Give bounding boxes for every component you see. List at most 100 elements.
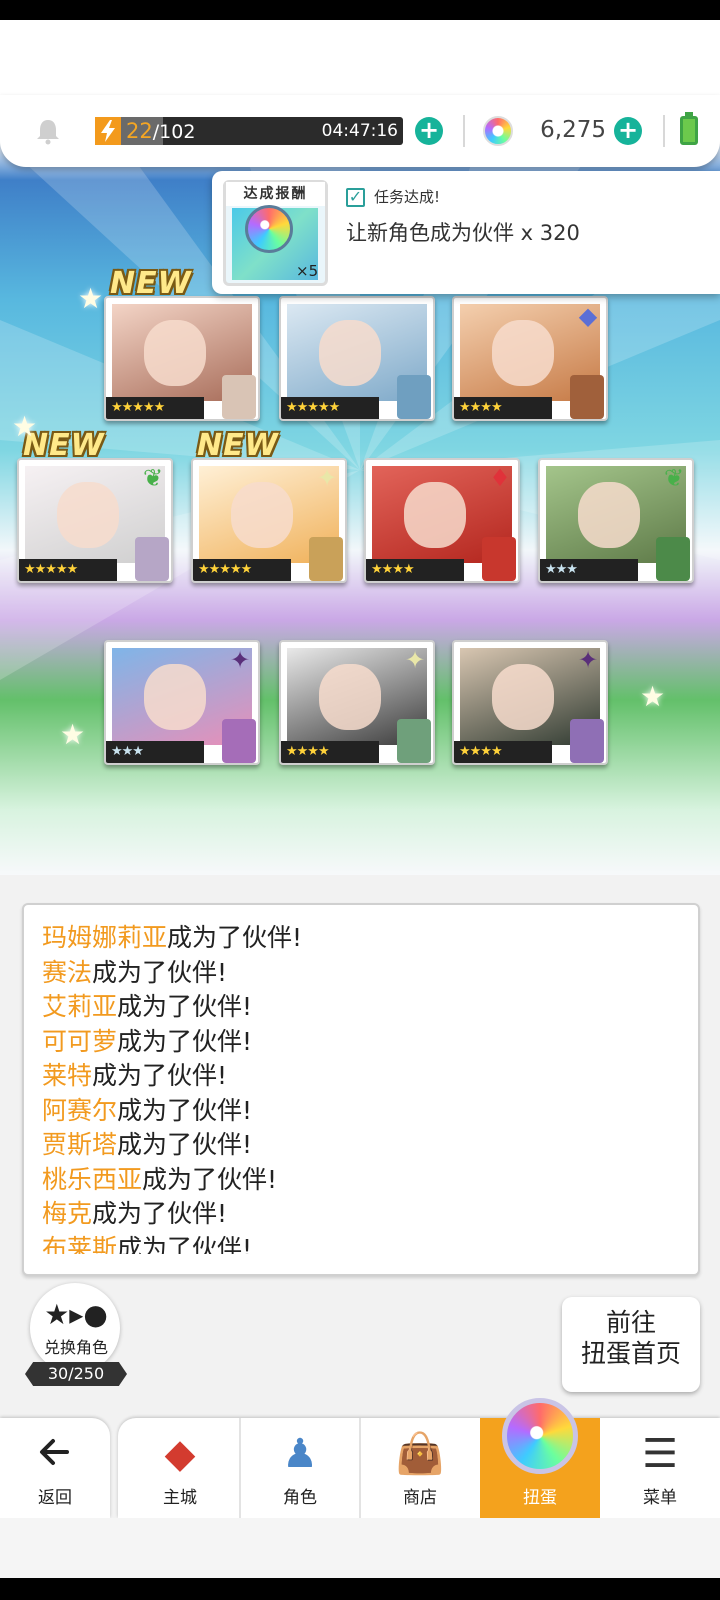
header-divider: [663, 115, 665, 147]
back-label: 返回: [38, 1488, 72, 1508]
pixel-sprite-icon: [570, 719, 604, 763]
gem-icon: [483, 116, 513, 146]
back-button[interactable]: 返回: [0, 1418, 110, 1518]
menu-list-icon: ☰: [642, 1431, 678, 1477]
add-gems-button[interactable]: +: [614, 117, 642, 145]
element-badge-icon: ❦: [663, 464, 685, 492]
recruit-message: 成为了伙伴!: [92, 957, 228, 987]
rarity-stars: ★★★★★: [106, 397, 204, 419]
stamina-max: 102: [159, 121, 196, 143]
character-name: 玛姆娜莉亚: [42, 923, 168, 952]
recruit-log-line: 布莱斯成为了伙伴!: [42, 1232, 682, 1255]
character-face: [404, 482, 466, 548]
system-bottom-bar: [0, 1578, 720, 1600]
recruit-message: 成为了伙伴!: [117, 1095, 253, 1125]
recruit-log-line: 可可萝成为了伙伴!: [42, 1025, 682, 1060]
pixel-sprite-icon: [222, 375, 256, 419]
character-card[interactable]: ★★★★★: [104, 296, 260, 421]
character-card[interactable]: ♦ ★★★★: [364, 458, 520, 583]
recruit-message: 成为了伙伴!: [117, 1130, 253, 1159]
recruit-log-line: 阿赛尔成为了伙伴!: [42, 1094, 682, 1129]
add-stamina-button[interactable]: +: [415, 117, 443, 145]
nav-menu-label: 菜单: [643, 1488, 677, 1508]
recruit-log-line: 桃乐西亚成为了伙伴!: [42, 1163, 682, 1198]
nav-characters[interactable]: ♟ 角色: [240, 1418, 360, 1518]
pixel-sprite-icon: [397, 719, 431, 763]
sparkle-icon: ★: [78, 282, 104, 315]
character-face: [319, 320, 381, 386]
character-card[interactable]: ★★★★★: [279, 296, 435, 421]
recruit-log-line: 艾莉亚成为了伙伴!: [42, 990, 682, 1025]
reward-card-label: 达成报酬: [226, 182, 325, 206]
rainbow-orb-icon: [245, 205, 293, 253]
bell-icon[interactable]: [33, 117, 63, 145]
reward-quantity: ×5: [296, 262, 319, 280]
recruit-message: 成为了伙伴!: [142, 1164, 278, 1194]
rarity-stars: ★★★★★: [19, 559, 117, 581]
rarity-stars: ★★★: [106, 741, 204, 763]
rarity-stars: ★★★: [540, 559, 638, 581]
character-face: [578, 482, 640, 548]
recruit-log-line: 贾斯塔成为了伙伴!: [42, 1128, 682, 1163]
character-face: [319, 664, 381, 730]
nav-gacha[interactable]: 扭蛋: [480, 1398, 600, 1518]
pixel-sprite-icon: [397, 375, 431, 419]
stamina-value: 22/102: [126, 117, 195, 145]
rarity-stars: ★★★★: [281, 741, 379, 763]
element-badge-icon: ✦: [577, 646, 599, 674]
character-name: 莱特: [42, 1061, 93, 1090]
element-badge-icon: ✦: [404, 646, 426, 674]
recruit-message: 成为了伙伴!: [92, 1199, 228, 1228]
character-card[interactable]: ❦ ★★★: [538, 458, 694, 583]
character-name: 赛法: [42, 957, 93, 987]
goto-gacha-home-button[interactable]: 前往 扭蛋首页: [562, 1297, 700, 1392]
element-badge-icon: ✦: [316, 464, 338, 492]
character-name: 布莱斯: [42, 1233, 118, 1255]
character-face: [231, 482, 293, 548]
mission-status: 任务达成!: [374, 188, 441, 206]
element-badge-icon: ✦: [229, 646, 251, 674]
nav-gacha-label: 扭蛋: [523, 1488, 557, 1508]
rarity-stars: ★★★★: [454, 741, 552, 763]
recruit-message: 成为了伙伴!: [117, 1233, 253, 1255]
exchange-count: 30/250: [25, 1362, 127, 1386]
castle-icon: ◆: [164, 1431, 196, 1477]
recruit-message: 成为了伙伴!: [167, 923, 303, 952]
rarity-stars: ★★★★★: [193, 559, 291, 581]
character-card[interactable]: ✦ ★★★★★: [191, 458, 347, 583]
mission-description: 让新角色成为伙伴 x 320: [346, 221, 580, 245]
character-card[interactable]: ✦ ★★★: [104, 640, 260, 765]
character-name: 贾斯塔: [42, 1130, 118, 1159]
element-badge-icon: ❦: [142, 464, 164, 492]
pixel-sprite-icon: [656, 537, 690, 581]
gem-count: 6,275: [540, 117, 606, 143]
nav-shop[interactable]: 👜 商店: [360, 1418, 480, 1518]
character-card[interactable]: ❦ ★★★★★: [17, 458, 173, 583]
sparkle-icon: ★: [640, 680, 666, 713]
nav-menu[interactable]: ☰ 菜单: [600, 1418, 720, 1518]
recruit-log-list[interactable]: 玛姆娜莉亚成为了伙伴! 赛法成为了伙伴! 艾莉亚成为了伙伴! 可可萝成为了伙伴! 莱特成…: [42, 921, 682, 1254]
recruit-log-line: 梅克成为了伙伴!: [42, 1197, 682, 1232]
back-arrow-icon: [40, 1439, 69, 1465]
pixel-sprite-icon: [309, 537, 343, 581]
character-name: 可可萝: [42, 1026, 118, 1056]
character-name: 梅克: [42, 1199, 93, 1228]
nav-main-city[interactable]: ◆ 主城: [120, 1418, 240, 1518]
character-face: [144, 320, 206, 386]
recruit-message: 成为了伙伴!: [117, 1026, 253, 1056]
goto-gacha-home-line2: 扭蛋首页: [580, 1339, 681, 1368]
character-card[interactable]: ◆ ★★★★: [452, 296, 608, 421]
character-name: 桃乐西亚: [42, 1164, 143, 1194]
new-label: NEW: [110, 266, 192, 301]
gacha-orb-icon: [502, 1398, 578, 1474]
character-card[interactable]: ✦ ★★★★: [452, 640, 608, 765]
sparkle-icon: ★: [12, 410, 38, 443]
character-face: [144, 664, 206, 730]
pixel-sprite-icon: [222, 719, 256, 763]
shop-bag-icon: 👜: [395, 1431, 445, 1477]
element-badge-icon: ◆: [578, 302, 598, 330]
nav-characters-label: 角色: [283, 1488, 317, 1508]
character-card[interactable]: ✦ ★★★★: [279, 640, 435, 765]
recruit-message: 成为了伙伴!: [92, 1061, 228, 1090]
character-face: [57, 482, 119, 548]
